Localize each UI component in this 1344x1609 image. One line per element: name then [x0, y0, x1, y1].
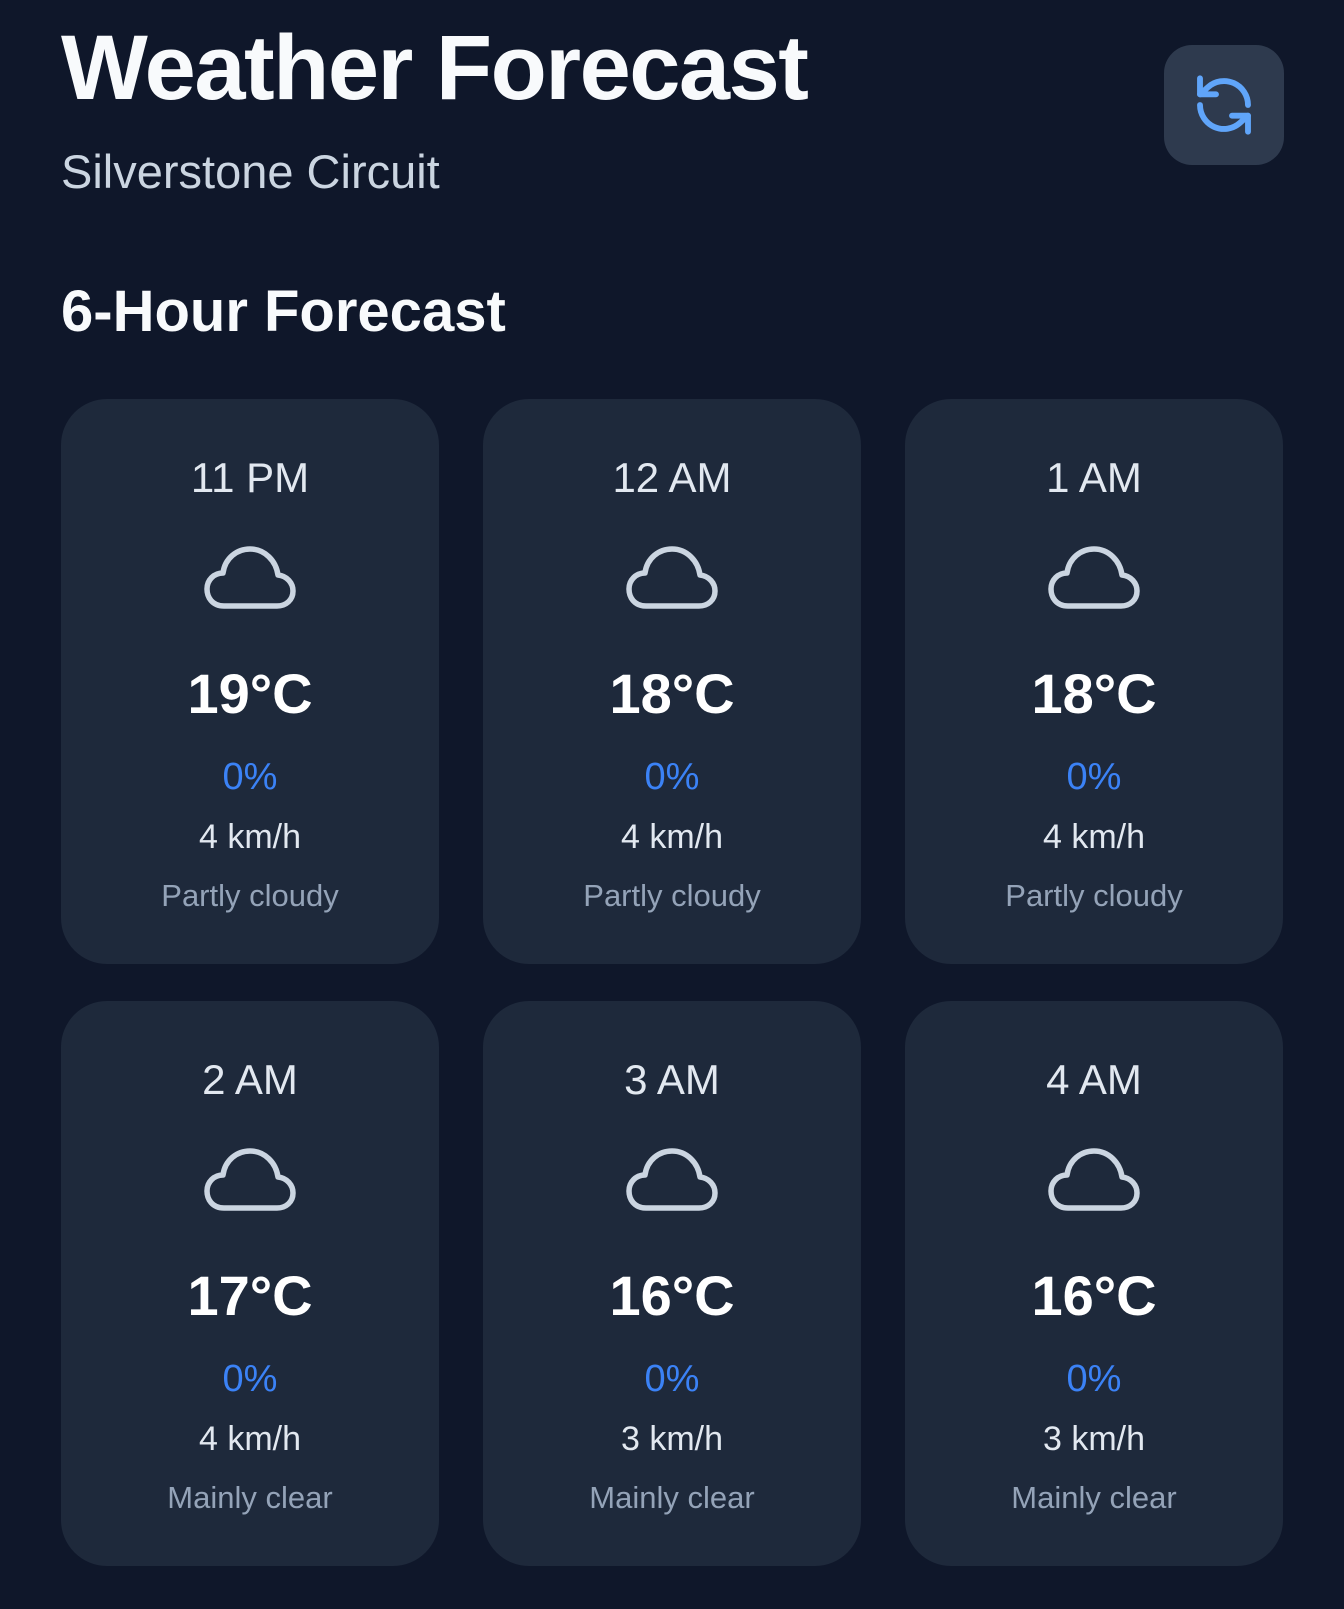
refresh-icon — [1197, 75, 1251, 135]
forecast-card: 4 AM 16°C 0% 3 km/h Mainly clear — [905, 1001, 1283, 1566]
cloud-icon — [483, 1146, 861, 1216]
forecast-grid: 11 PM 19°C 0% 4 km/h Partly cloudy 12 AM… — [61, 399, 1283, 1566]
forecast-temp: 18°C — [1031, 662, 1157, 725]
forecast-condition: Mainly clear — [167, 1480, 333, 1515]
forecast-precip: 0% — [222, 1358, 278, 1400]
cloud-icon — [483, 544, 861, 614]
forecast-precip: 0% — [1066, 756, 1122, 798]
forecast-time: 1 AM — [1046, 454, 1142, 501]
cloud-icon — [61, 544, 439, 614]
forecast-temp: 18°C — [609, 662, 735, 725]
section-title: 6-Hour Forecast — [61, 279, 506, 344]
page-title: Weather Forecast — [61, 17, 809, 119]
forecast-time: 12 AM — [612, 454, 732, 501]
forecast-precip: 0% — [1066, 1358, 1122, 1400]
forecast-condition: Mainly clear — [1011, 1480, 1177, 1515]
forecast-card: 2 AM 17°C 0% 4 km/h Mainly clear — [61, 1001, 439, 1566]
forecast-time: 3 AM — [624, 1056, 720, 1103]
location-name: Silverstone Circuit — [61, 145, 440, 198]
forecast-condition: Partly cloudy — [1005, 878, 1183, 913]
forecast-temp: 17°C — [187, 1264, 313, 1327]
forecast-time: 2 AM — [202, 1056, 298, 1103]
forecast-card: 11 PM 19°C 0% 4 km/h Partly cloudy — [61, 399, 439, 964]
forecast-wind: 4 km/h — [198, 1420, 302, 1458]
forecast-card: 3 AM 16°C 0% 3 km/h Mainly clear — [483, 1001, 861, 1566]
forecast-wind: 4 km/h — [620, 818, 724, 856]
forecast-temp: 19°C — [187, 662, 313, 725]
forecast-precip: 0% — [644, 756, 700, 798]
forecast-wind: 4 km/h — [198, 818, 302, 856]
cloud-icon — [61, 1146, 439, 1216]
forecast-precip: 0% — [222, 756, 278, 798]
forecast-precip: 0% — [644, 1358, 700, 1400]
forecast-card: 12 AM 18°C 0% 4 km/h Partly cloudy — [483, 399, 861, 964]
forecast-wind: 4 km/h — [1042, 818, 1146, 856]
forecast-temp: 16°C — [1031, 1264, 1157, 1327]
forecast-wind: 3 km/h — [1042, 1420, 1146, 1458]
forecast-card: 1 AM 18°C 0% 4 km/h Partly cloudy — [905, 399, 1283, 964]
forecast-condition: Mainly clear — [589, 1480, 755, 1515]
cloud-icon — [905, 544, 1283, 614]
forecast-temp: 16°C — [609, 1264, 735, 1327]
refresh-button[interactable] — [1164, 45, 1284, 165]
cloud-icon — [905, 1146, 1283, 1216]
forecast-wind: 3 km/h — [620, 1420, 724, 1458]
forecast-time: 4 AM — [1046, 1056, 1142, 1103]
forecast-condition: Partly cloudy — [583, 878, 761, 913]
forecast-time: 11 PM — [190, 454, 310, 501]
forecast-condition: Partly cloudy — [161, 878, 339, 913]
